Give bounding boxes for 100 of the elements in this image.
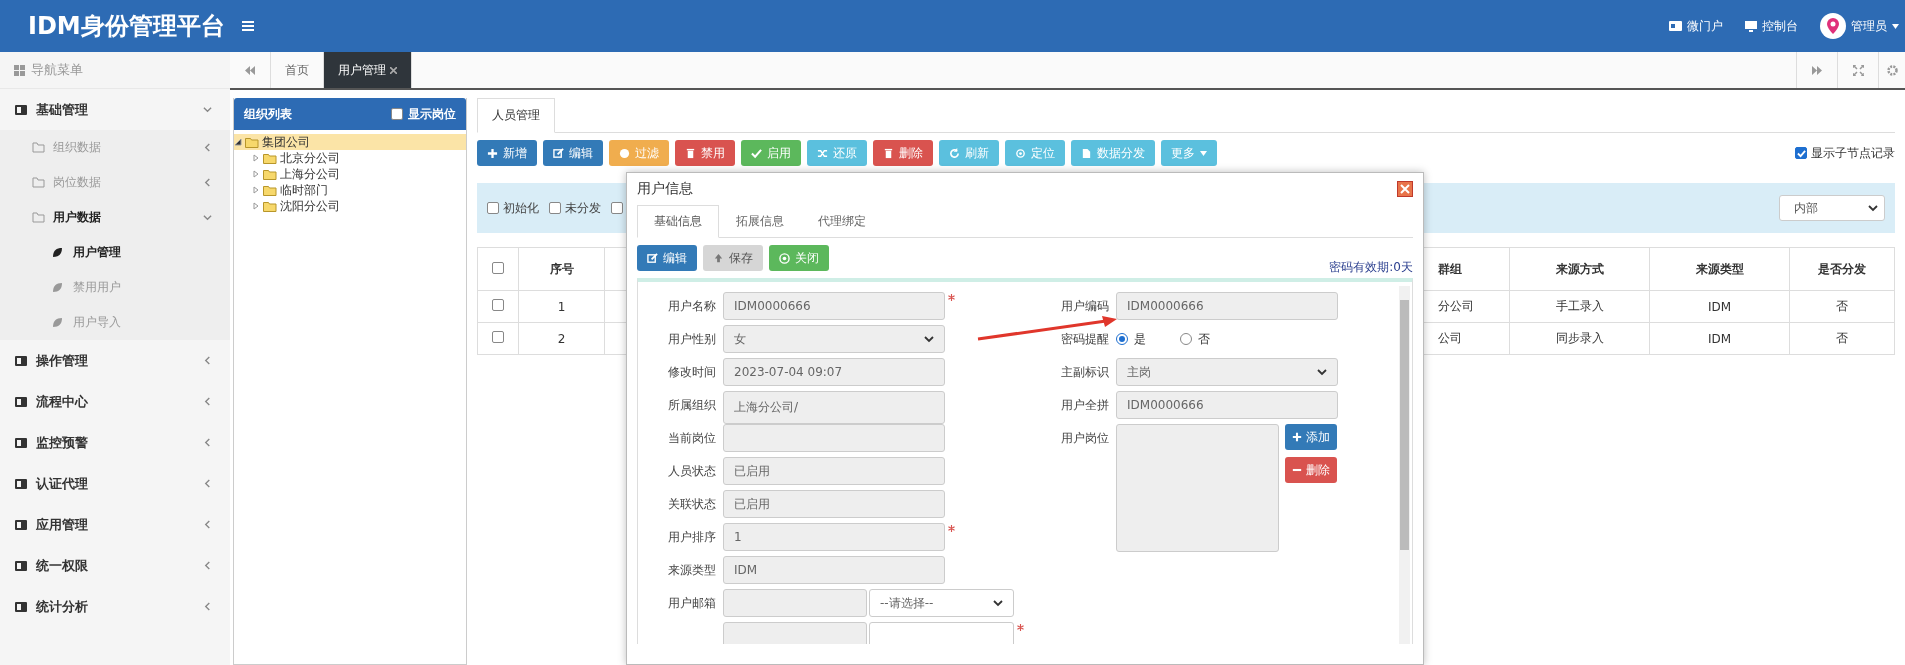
menu-item[interactable]: 认证代理 — [0, 463, 230, 504]
checkbox[interactable] — [492, 331, 504, 343]
app-title: IDM身份管理平台 — [27, 11, 226, 42]
chevron-left-icon — [203, 602, 212, 611]
fullscreen-icon[interactable] — [1852, 64, 1864, 76]
settings-icon[interactable] — [1886, 64, 1898, 76]
column-header: 来源类型 — [1649, 247, 1790, 291]
tree-node[interactable]: 上海分公司 — [234, 166, 466, 182]
tab[interactable]: 代理绑定 — [801, 205, 883, 237]
checkbox[interactable] — [1795, 147, 1807, 159]
header-link[interactable]: 控制台 — [1745, 17, 1798, 35]
input-field[interactable]: IDM0000666 — [1116, 391, 1338, 419]
field-label: 用户排序 — [667, 529, 717, 546]
input-field[interactable]: IDM0000666 — [723, 292, 945, 320]
checkbox[interactable] — [492, 261, 504, 274]
add-button[interactable]: 添加 — [1285, 424, 1337, 450]
delete-button[interactable]: 删除 — [1285, 457, 1337, 483]
scrollbar[interactable] — [1399, 286, 1410, 644]
menu-item[interactable]: 操作管理 — [0, 340, 230, 381]
input-field[interactable] — [723, 622, 867, 644]
input-field[interactable]: 2023-07-04 09:07 — [723, 358, 945, 386]
chevron-left-icon — [203, 561, 212, 570]
checkbox[interactable] — [487, 202, 499, 214]
chevron-left-icon — [203, 397, 212, 406]
folder-icon — [245, 136, 259, 148]
submenu-item[interactable]: 用户管理 — [0, 235, 230, 270]
select-field[interactable]: 主岗 — [1116, 358, 1338, 386]
input-field[interactable]: IDM — [723, 556, 945, 584]
edit-button[interactable]: 编辑 — [637, 245, 697, 271]
text-area[interactable]: 上海分公司/ — [723, 391, 945, 424]
caret-icon — [993, 599, 1003, 607]
password-expiry-text: 密码有效期:0天 — [1329, 259, 1413, 276]
header-link[interactable]: 微门户 — [1669, 17, 1723, 35]
plus-icon — [487, 147, 498, 159]
checkbox[interactable] — [391, 108, 403, 120]
radio-button[interactable] — [1116, 333, 1128, 345]
close-button[interactable] — [1397, 181, 1413, 197]
user-menu[interactable]: 管理员 — [1820, 13, 1899, 39]
tree-node[interactable]: 临时部门 — [234, 182, 466, 198]
select-field[interactable]: 女 — [723, 325, 945, 353]
toolbar-button[interactable]: 编辑 — [543, 140, 603, 166]
field-label: 来源类型 — [667, 562, 717, 579]
dialog-title: 用户信息 — [637, 180, 693, 198]
toolbar-button[interactable]: 禁用 — [675, 140, 735, 166]
column-header: 是否分发 — [1789, 247, 1895, 291]
column-header: 序号 — [518, 247, 605, 291]
tab[interactable]: 拓展信息 — [719, 205, 801, 237]
menu-item[interactable]: 统一权限 — [0, 545, 230, 586]
toolbar-button[interactable]: 新增 — [477, 140, 537, 166]
menu-icon[interactable] — [242, 21, 254, 31]
chevron-down-icon — [203, 105, 212, 114]
input-field[interactable] — [723, 424, 945, 452]
input-field[interactable]: 1 — [723, 523, 945, 551]
tab[interactable]: 基础信息 — [637, 205, 719, 238]
folder-icon — [263, 184, 277, 196]
tab[interactable]: 人员管理 — [477, 98, 555, 133]
folder-icon — [32, 212, 45, 223]
input-field[interactable]: 已启用 — [723, 490, 945, 518]
column-header: 来源方式 — [1509, 247, 1650, 291]
select-field[interactable] — [869, 622, 1014, 644]
radio-button[interactable] — [1180, 333, 1192, 345]
select-field[interactable]: 内部 — [1779, 195, 1885, 221]
field-label: 用户岗位 — [1060, 430, 1110, 447]
expanded-triangle-icon[interactable] — [234, 138, 242, 146]
checkbox[interactable] — [549, 202, 561, 214]
input-field[interactable]: 已启用 — [723, 457, 945, 485]
menu-item[interactable]: 应用管理 — [0, 504, 230, 545]
table-cell: IDM — [1649, 290, 1790, 323]
menu-item[interactable]: 基础管理 — [0, 89, 230, 130]
checkbox-label: 未分发 — [565, 199, 601, 217]
double-chevron-left-icon[interactable] — [245, 65, 255, 75]
toolbar-button[interactable]: 删除 — [873, 140, 933, 166]
circle-icon — [619, 147, 630, 159]
tree-node[interactable]: 沈阳分公司 — [234, 198, 466, 214]
edit-icon — [553, 147, 564, 159]
field-label: 用户邮箱 — [667, 595, 717, 612]
nav-menu-title: 导航菜单 — [31, 61, 83, 79]
checkbox[interactable] — [611, 202, 623, 214]
tree-node[interactable]: 北京分公司 — [234, 150, 466, 166]
caret-icon — [1868, 204, 1878, 212]
tree-node[interactable]: 集团公司 — [234, 134, 466, 150]
input-field[interactable]: IDM0000666 — [1116, 292, 1338, 320]
chevron-down-icon — [203, 213, 212, 222]
input-field[interactable] — [723, 589, 867, 617]
close-icon[interactable] — [390, 66, 397, 74]
menu-item[interactable]: 流程中心 — [0, 381, 230, 422]
double-chevron-right-icon[interactable] — [1812, 65, 1822, 75]
submenu-item[interactable]: 用户数据 — [0, 200, 230, 235]
grid-icon — [14, 64, 25, 76]
folder-icon — [263, 152, 277, 164]
checkbox-label: 显示子节点记录 — [1811, 144, 1895, 162]
page-tab[interactable]: 用户管理 — [324, 52, 412, 88]
menu-item[interactable]: 监控预警 — [0, 422, 230, 463]
select-field[interactable]: --请选择-- — [869, 589, 1014, 617]
checkbox[interactable] — [492, 299, 504, 311]
caret-icon — [1200, 150, 1207, 156]
menu-item[interactable]: 统计分析 — [0, 586, 230, 627]
folder-icon — [263, 168, 277, 180]
chevron-left-icon — [203, 356, 212, 365]
table-cell: 否 — [1789, 322, 1895, 355]
